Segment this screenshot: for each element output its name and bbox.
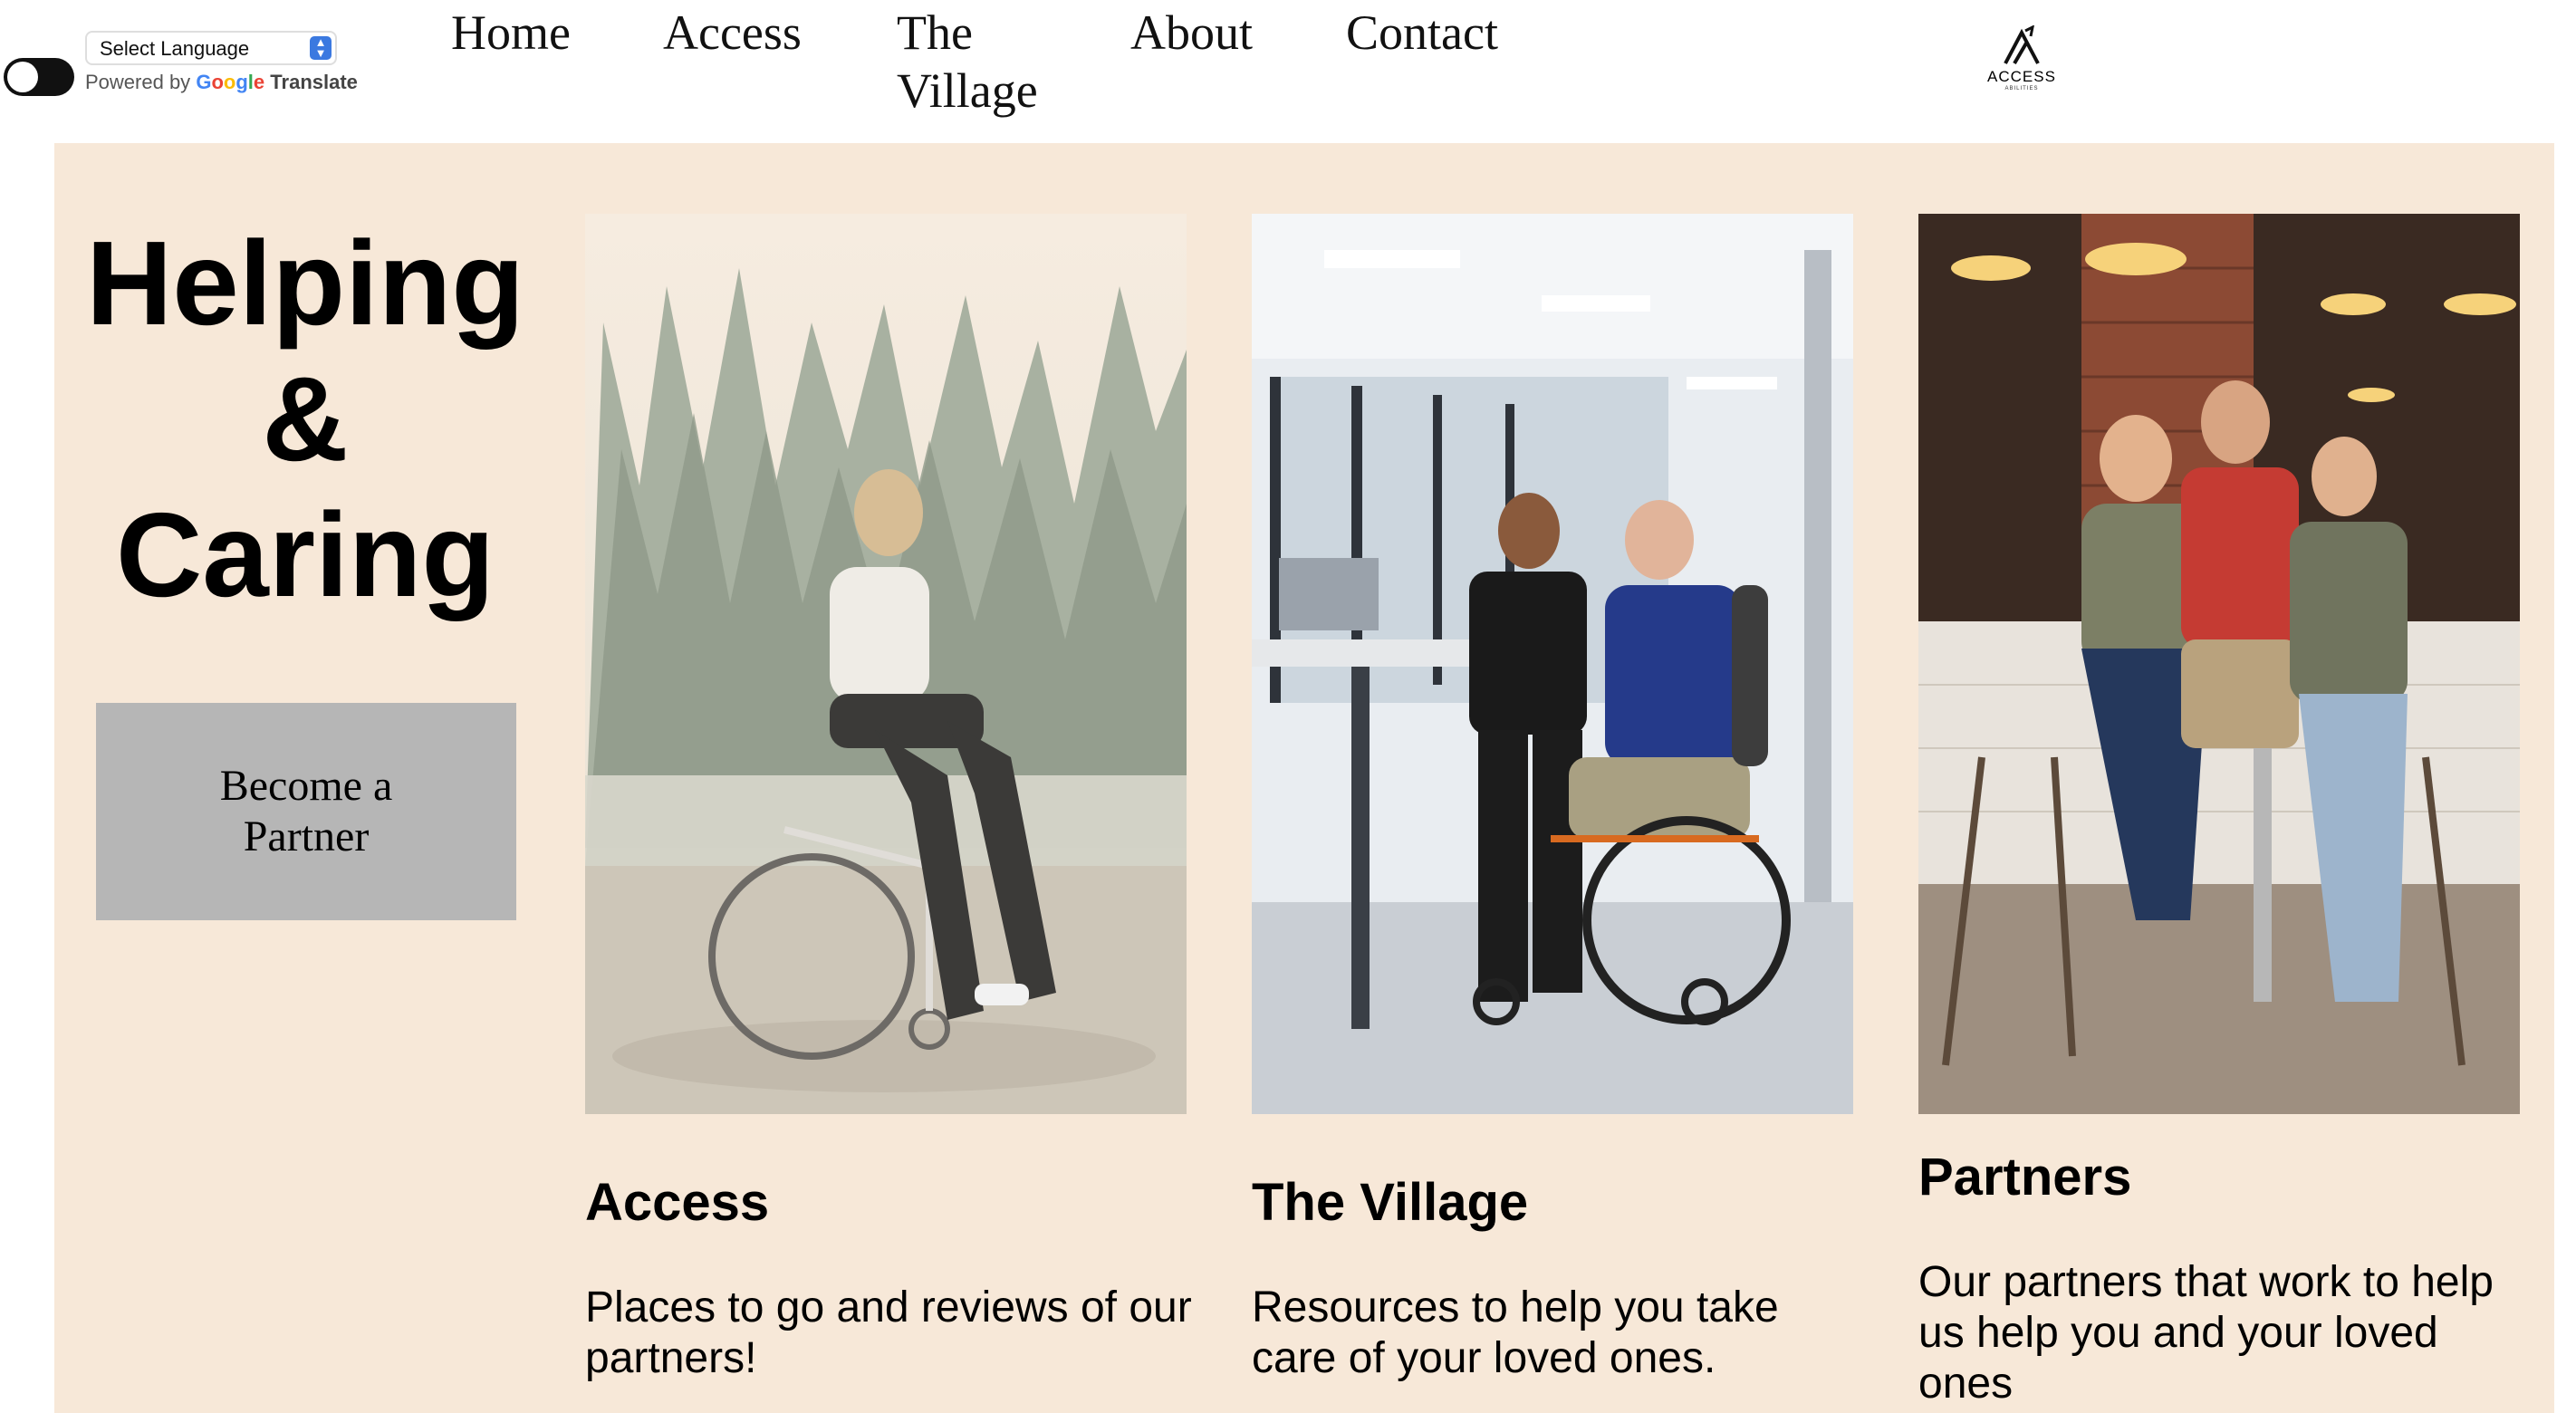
powered-by-text: Powered by (85, 71, 191, 93)
toggle-knob-icon (7, 62, 38, 92)
nav-access[interactable]: Access (663, 4, 802, 62)
partner-button-line2: Partner (243, 812, 370, 860)
logo-wordmark: ACCESS (1987, 68, 2056, 85)
village-card-text: Resources to help you take care of your … (1252, 1283, 1779, 1382)
nav-contact[interactable]: Contact (1346, 4, 1498, 62)
translate-link[interactable]: Translate (270, 71, 358, 93)
hero-heading: Helping & Caring (65, 216, 545, 623)
partners-card-image[interactable] (1918, 214, 2520, 1114)
wheelchair-forest-photo (585, 214, 1187, 1114)
nav-village-line1: The (897, 5, 973, 60)
select-arrows-icon: ▲ ▼ (310, 36, 332, 60)
powered-by-google-translate: Powered by Google Translate (85, 71, 358, 94)
nav-the-village[interactable]: The Village (897, 4, 1038, 120)
office-wheelchair-photo (1252, 214, 1853, 1114)
access-card-image[interactable] (585, 214, 1187, 1114)
become-partner-button[interactable]: Become a Partner (96, 703, 516, 920)
nav-home[interactable]: Home (451, 4, 571, 62)
language-select-label: Select Language (100, 37, 250, 60)
hero-line-2: & (262, 352, 349, 485)
google-logo: Google (196, 71, 265, 93)
access-logo[interactable]: ACCESS ABILITIES (1984, 24, 2060, 91)
partners-card-title[interactable]: Partners (1918, 1149, 2131, 1206)
village-card-image[interactable] (1252, 214, 1853, 1114)
language-select[interactable]: Select Language ▲ ▼ (85, 31, 337, 65)
hero-line-1: Helping (86, 216, 524, 350)
partners-card-text: Our partners that work to help us help y… (1918, 1258, 2494, 1408)
access-logo-icon (2004, 24, 2040, 65)
partner-button-line1: Become a (219, 762, 393, 810)
village-card-title[interactable]: The Village (1252, 1174, 1528, 1232)
nav-village-line2: Village (897, 63, 1038, 118)
access-card-title[interactable]: Access (585, 1174, 769, 1232)
dark-mode-toggle[interactable] (4, 58, 74, 96)
friends-bar-photo (1918, 214, 2520, 1114)
nav-about[interactable]: About (1130, 4, 1253, 62)
logo-subtext: ABILITIES (2004, 86, 2039, 91)
access-card-text: Places to go and reviews of our partners… (585, 1283, 1192, 1382)
hero-line-3: Caring (115, 488, 495, 621)
